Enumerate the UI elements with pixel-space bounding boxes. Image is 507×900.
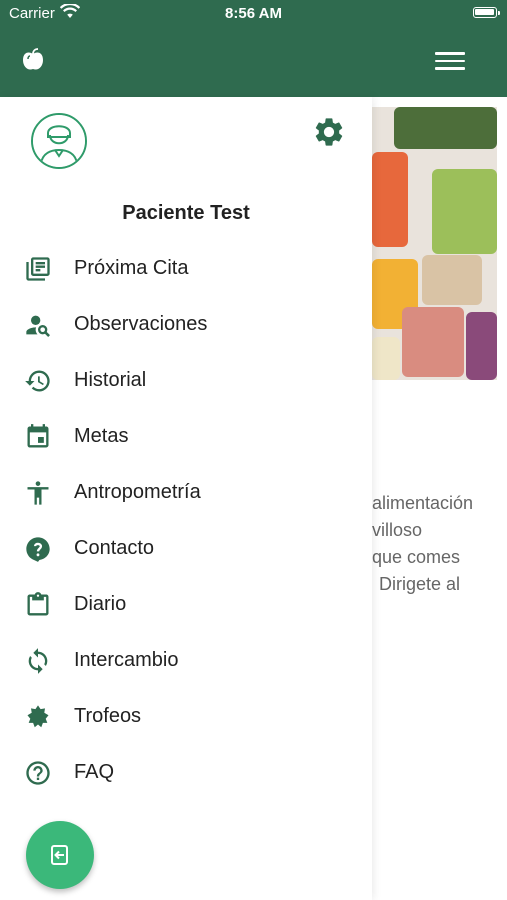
user-avatar-icon <box>33 115 85 167</box>
clipboard-icon <box>27 592 49 616</box>
background-text-line: villoso <box>372 520 423 540</box>
main-content: alimentación villoso que comes Dirigete … <box>372 97 507 900</box>
menu-item-historial[interactable]: Historial <box>0 355 372 405</box>
background-text-line: alimentación <box>372 493 474 513</box>
calendar-icon <box>27 424 49 448</box>
hamburger-menu-button[interactable] <box>435 52 465 72</box>
navigation-drawer: Paciente Test Próxima Cita Observaciones… <box>0 97 372 900</box>
person-search-icon <box>26 315 50 337</box>
menu-item-label: Intercambio <box>74 649 179 671</box>
menu-item-label: Historial <box>74 369 147 391</box>
menu-item-label: Observaciones <box>74 313 208 335</box>
menu-item-label: Metas <box>74 425 129 447</box>
appointment-icon <box>26 257 50 281</box>
history-icon <box>25 370 50 392</box>
menu-item-intercambio[interactable]: Intercambio <box>0 635 372 685</box>
sync-icon <box>28 648 48 674</box>
menu-item-faq[interactable]: FAQ <box>0 747 372 797</box>
menu-item-diario[interactable]: Diario <box>0 579 372 629</box>
background-text: alimentación villoso que comes Dirigete … <box>372 490 507 598</box>
menu-item-label: Antropometría <box>74 481 201 503</box>
menu-item-label: Trofeos <box>74 705 142 727</box>
logout-button[interactable] <box>26 821 94 889</box>
settings-gear-icon[interactable] <box>312 115 346 149</box>
menu-item-observaciones[interactable]: Observaciones <box>0 299 372 349</box>
status-bar: Carrier 8:56 AM <box>0 0 507 26</box>
app-header <box>0 26 507 97</box>
user-name: Paciente Test <box>122 202 250 224</box>
menu-item-label: Próxima Cita <box>74 257 189 279</box>
badge-icon <box>27 705 49 728</box>
hamburger-line <box>435 59 465 62</box>
menu-item-trofeos[interactable]: Trofeos <box>0 691 372 741</box>
avatar[interactable] <box>31 113 87 169</box>
battery-icon <box>473 7 500 18</box>
menu-item-label: FAQ <box>74 761 115 783</box>
food-photo <box>372 107 497 380</box>
menu-item-proxima-cita[interactable]: Próxima Cita <box>0 243 372 293</box>
app-logo-icon <box>23 48 43 70</box>
battery-level <box>475 9 494 15</box>
clock: 8:56 AM <box>225 5 282 22</box>
hamburger-line <box>435 52 465 55</box>
accessibility-icon <box>27 481 49 505</box>
menu-item-label: Diario <box>74 593 127 615</box>
menu-item-metas[interactable]: Metas <box>0 411 372 461</box>
background-text-line: que comes <box>372 547 461 567</box>
help-circle-icon <box>26 761 50 785</box>
menu-item-antropometria[interactable]: Antropometría <box>0 467 372 517</box>
hamburger-line <box>435 67 465 70</box>
help-bubble-icon <box>26 537 50 562</box>
menu-item-label: Contacto <box>74 537 155 559</box>
background-text-line: Dirigete al <box>379 574 461 594</box>
logout-icon <box>51 845 68 865</box>
menu-item-contacto[interactable]: Contacto <box>0 523 372 573</box>
